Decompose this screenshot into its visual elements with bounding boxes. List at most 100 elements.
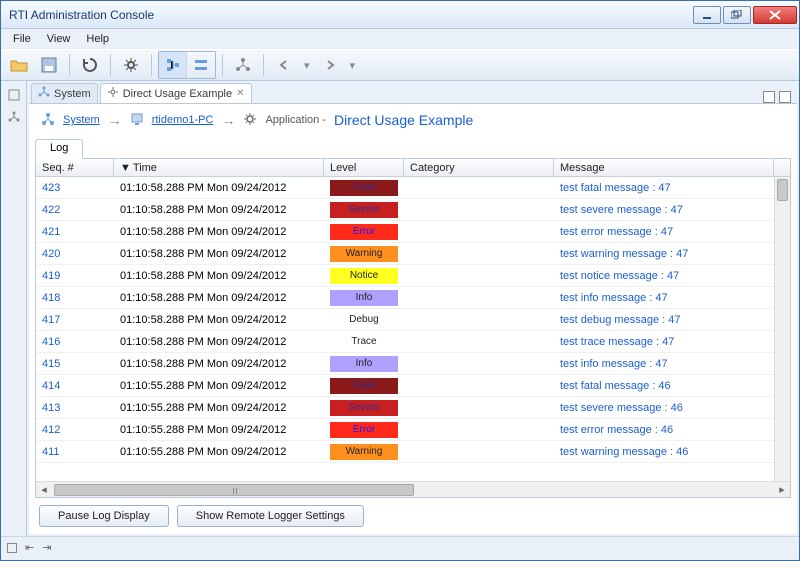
cell-level: Notice <box>324 268 404 284</box>
open-folder-icon[interactable] <box>5 52 33 78</box>
status-expand-icon[interactable]: ⇥ <box>42 541 51 554</box>
tree-view-icon[interactable] <box>159 52 187 78</box>
table-row[interactable]: 41501:10:58.288 PM Mon 09/24/2012Infotes… <box>36 353 790 375</box>
save-icon[interactable] <box>35 52 63 78</box>
table-row[interactable]: 41901:10:58.288 PM Mon 09/24/2012Noticet… <box>36 265 790 287</box>
topology-icon[interactable] <box>229 52 257 78</box>
vertical-scrollbar[interactable] <box>774 177 790 481</box>
table-row[interactable]: 42201:10:58.288 PM Mon 09/24/2012Severet… <box>36 199 790 221</box>
col-seq[interactable]: Seq. # <box>36 159 114 176</box>
col-scroll-spacer <box>774 159 790 176</box>
table-row[interactable]: 42101:10:58.288 PM Mon 09/24/2012Errorte… <box>36 221 790 243</box>
table-row[interactable]: 41301:10:55.288 PM Mon 09/24/2012 Severe t… <box>36 397 790 419</box>
col-category[interactable]: Category <box>404 159 554 176</box>
table-row[interactable]: 41601:10:58.288 PM Mon 09/24/2012Tracete… <box>36 331 790 353</box>
table-row[interactable]: 41801:10:58.288 PM Mon 09/24/2012Infotes… <box>36 287 790 309</box>
forward-icon[interactable] <box>316 52 344 78</box>
col-level[interactable]: Level <box>324 159 404 176</box>
gear-icon <box>243 112 257 129</box>
scroll-right-icon[interactable]: ▸ <box>774 483 790 497</box>
cell-seq: 412 <box>36 424 114 436</box>
sidebar-tree-icon[interactable] <box>6 109 22 125</box>
cell-level: Trace <box>324 334 404 350</box>
cell-level: Severe <box>324 400 404 416</box>
menu-file[interactable]: File <box>5 31 39 47</box>
horizontal-scrollbar[interactable]: ◂ ▸ <box>36 481 790 497</box>
breadcrumb-host[interactable]: rtidemo1-PC <box>152 114 214 126</box>
sidebar-expand-icon[interactable] <box>6 87 22 103</box>
maximize-view-icon[interactable] <box>779 91 791 103</box>
dropdown-arrow-icon[interactable]: ▾ <box>346 59 360 72</box>
toolbar: ▾ ▾ <box>1 49 799 81</box>
gear-icon[interactable] <box>117 52 145 78</box>
cell-seq: 415 <box>36 358 114 370</box>
cell-seq: 413 <box>36 402 114 414</box>
status-bar: ⇤ ⇥ <box>1 536 799 558</box>
scrollbar-track[interactable] <box>52 483 774 497</box>
cell-time: 01:10:58.288 PM Mon 09/24/2012 <box>114 336 324 348</box>
level-badge: Info <box>330 356 398 372</box>
cell-message: test fatal message : 47 <box>554 182 790 194</box>
menubar: File View Help <box>1 29 799 49</box>
cell-message: test notice message : 47 <box>554 270 790 282</box>
cell-time: 01:10:58.288 PM Mon 09/24/2012 <box>114 292 324 304</box>
toolbar-separator <box>222 54 223 76</box>
scroll-left-icon[interactable]: ◂ <box>36 483 52 497</box>
cell-time: 01:10:55.288 PM Mon 09/24/2012 <box>114 424 324 436</box>
cell-seq: 411 <box>36 446 114 458</box>
menu-view[interactable]: View <box>39 31 79 47</box>
cell-message: test error message : 46 <box>554 424 790 436</box>
close-button[interactable] <box>753 6 797 24</box>
cell-level: Warning <box>324 444 404 460</box>
breadcrumb-system[interactable]: System <box>63 114 100 126</box>
level-badge: Warning <box>330 444 398 460</box>
status-view-icon[interactable] <box>7 543 17 553</box>
cell-time: 01:10:55.288 PM Mon 09/24/2012 <box>114 402 324 414</box>
table-row[interactable]: 41401:10:55.288 PM Mon 09/24/2012Fatalte… <box>36 375 790 397</box>
tab-system[interactable]: System <box>31 83 98 103</box>
refresh-icon[interactable] <box>76 52 104 78</box>
table-row[interactable]: 41201:10:55.288 PM Mon 09/24/2012Error te… <box>36 419 790 441</box>
tree-icon <box>38 86 50 101</box>
minimize-view-icon[interactable] <box>763 91 775 103</box>
cell-message: test fatal message : 46 <box>554 380 790 392</box>
level-badge: Warning <box>330 246 398 262</box>
status-collapse-icon[interactable]: ⇤ <box>25 541 34 554</box>
table-row[interactable]: 42001:10:58.288 PM Mon 09/24/2012Warning… <box>36 243 790 265</box>
level-badge: Notice <box>330 268 398 284</box>
cell-seq: 422 <box>36 204 114 216</box>
list-view-icon[interactable] <box>187 52 215 78</box>
cell-level: Error <box>324 422 404 438</box>
pause-log-button[interactable]: Pause Log Display <box>39 505 169 527</box>
table-row[interactable]: 41701:10:58.288 PM Mon 09/24/2012Debugte… <box>36 309 790 331</box>
back-icon[interactable] <box>270 52 298 78</box>
main-area: System Direct Usage Example ✕ System → r… <box>1 81 799 536</box>
show-remote-logger-button[interactable]: Show Remote Logger Settings <box>177 505 364 527</box>
cell-time: 01:10:58.288 PM Mon 09/24/2012 <box>114 358 324 370</box>
table-row[interactable]: 41101:10:55.288 PM Mon 09/24/2012Warning… <box>36 441 790 463</box>
col-message[interactable]: Message <box>554 159 774 176</box>
gear-icon <box>107 86 119 101</box>
maximize-button[interactable] <box>723 6 751 24</box>
cell-time: 01:10:58.288 PM Mon 09/24/2012 <box>114 248 324 260</box>
cell-message: test severe message : 46 <box>554 402 790 414</box>
menu-help[interactable]: Help <box>78 31 117 47</box>
dropdown-arrow-icon[interactable]: ▾ <box>300 59 314 72</box>
log-rows: 42301:10:58.288 PM Mon 09/24/2012Fatalte… <box>36 177 790 481</box>
toolbar-separator <box>110 54 111 76</box>
log-tabstrip: Log <box>29 136 797 158</box>
tree-icon <box>41 112 55 129</box>
col-time[interactable]: ▼Time <box>114 159 324 176</box>
cell-message: test debug message : 47 <box>554 314 790 326</box>
level-badge: Severe <box>330 400 398 416</box>
close-tab-icon[interactable]: ✕ <box>236 88 244 99</box>
scrollbar-thumb[interactable] <box>54 484 414 496</box>
log-tab[interactable]: Log <box>35 139 83 159</box>
scrollbar-thumb[interactable] <box>777 179 788 201</box>
table-row[interactable]: 42301:10:58.288 PM Mon 09/24/2012Fatalte… <box>36 177 790 199</box>
cell-message: test severe message : 47 <box>554 204 790 216</box>
editor-tabstrip: System Direct Usage Example ✕ <box>27 81 799 103</box>
minimize-button[interactable] <box>693 6 721 24</box>
tab-direct-usage[interactable]: Direct Usage Example ✕ <box>100 83 252 103</box>
toolbar-separator <box>69 54 70 76</box>
